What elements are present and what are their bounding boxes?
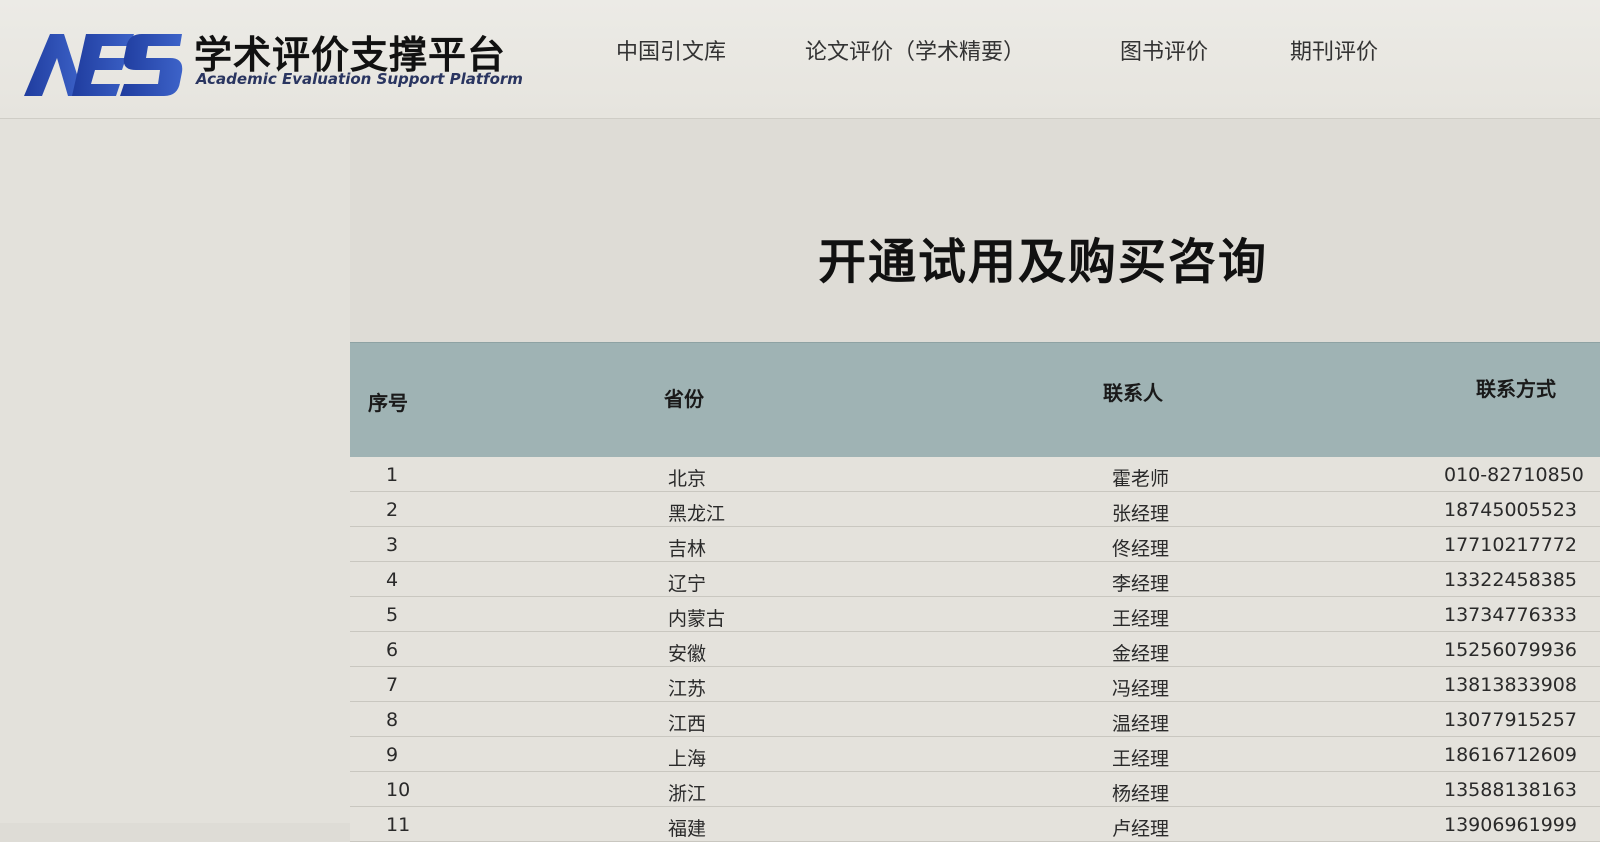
cell-phone[interactable]: 13813833908 (1444, 674, 1577, 696)
cell-province: 安徽 (668, 643, 707, 665)
cell-phone[interactable]: 15256079936 (1444, 639, 1577, 661)
table-row: 10 浙江 杨经理 13588138163 (350, 772, 1600, 807)
cell-index: 11 (386, 814, 411, 836)
cell-province: 内蒙古 (668, 608, 726, 630)
cell-province: 吉林 (668, 538, 707, 560)
cell-contact: 冯经理 (1112, 678, 1170, 700)
cell-contact: 杨经理 (1112, 783, 1170, 805)
column-header-contact: 联系人 (1103, 381, 1163, 405)
aes-logo-icon[interactable] (24, 30, 184, 98)
cell-contact: 张经理 (1112, 503, 1170, 525)
cell-index: 8 (386, 709, 399, 731)
cell-contact: 温经理 (1112, 713, 1170, 735)
cell-contact: 李经理 (1112, 573, 1170, 595)
cell-index: 3 (386, 534, 399, 556)
cell-index: 7 (386, 674, 399, 696)
cell-province: 江苏 (668, 678, 707, 700)
cell-province: 黑龙江 (668, 503, 726, 525)
table-row: 3 吉林 佟经理 17710217772 (350, 527, 1600, 562)
left-blank-area (0, 119, 350, 823)
cell-contact: 卢经理 (1112, 818, 1170, 840)
page-title: 开通试用及购买咨询 (818, 234, 1269, 290)
table-row: 8 江西 温经理 13077915257 (350, 702, 1600, 737)
nav-item-book-evaluation[interactable]: 图书评价 (1120, 34, 1208, 66)
cell-contact: 金经理 (1112, 643, 1170, 665)
table-header: 序号 省份 联系人 联系方式 (350, 342, 1600, 457)
table-row: 6 安徽 金经理 15256079936 (350, 632, 1600, 667)
cell-contact: 王经理 (1112, 608, 1170, 630)
cell-index: 9 (386, 744, 399, 766)
cell-contact: 霍老师 (1112, 468, 1170, 490)
cell-phone[interactable]: 13906961999 (1444, 814, 1577, 836)
cell-province: 上海 (668, 748, 707, 770)
table-row: 5 内蒙古 王经理 13734776333 (350, 597, 1600, 632)
nav-item-journal-evaluation[interactable]: 期刊评价 (1290, 34, 1378, 66)
cell-phone[interactable]: 17710217772 (1444, 534, 1577, 556)
cell-province: 福建 (668, 818, 707, 840)
cell-index: 5 (386, 604, 399, 626)
cell-phone[interactable]: 13588138163 (1444, 779, 1577, 801)
table-row: 1 北京 霍老师 010-82710850 (350, 457, 1600, 492)
cell-province: 辽宁 (668, 573, 707, 595)
cell-contact: 佟经理 (1112, 538, 1170, 560)
cell-index: 1 (386, 464, 399, 486)
column-header-index: 序号 (368, 391, 408, 415)
nav-item-citation-library[interactable]: 中国引文库 (616, 34, 726, 66)
cell-phone[interactable]: 13077915257 (1444, 709, 1577, 731)
cell-phone[interactable]: 13734776333 (1444, 604, 1577, 626)
cell-index: 2 (386, 499, 399, 521)
cell-index: 6 (386, 639, 399, 661)
table-row: 4 辽宁 李经理 13322458385 (350, 562, 1600, 597)
column-header-phone: 联系方式 (1476, 377, 1556, 401)
cell-province: 浙江 (668, 783, 707, 805)
nav-item-paper-evaluation[interactable]: 论文评价（学术精要） (805, 34, 1025, 66)
cell-phone[interactable]: 010-82710850 (1444, 464, 1584, 486)
cell-contact: 王经理 (1112, 748, 1170, 770)
table-row: 7 江苏 冯经理 13813833908 (350, 667, 1600, 702)
cell-index: 10 (386, 779, 411, 801)
table-row: 9 上海 王经理 18616712609 (350, 737, 1600, 772)
table-row: 11 福建 卢经理 13906961999 (350, 807, 1600, 842)
contact-table: 序号 省份 联系人 联系方式 1 北京 霍老师 010-82710850 2 黑龙江 张经理… (350, 342, 1600, 842)
cell-province: 江西 (668, 713, 707, 735)
cell-phone[interactable]: 18616712609 (1444, 744, 1577, 766)
site-header: 学术评价支撑平台 Academic Evaluation Support Pla… (0, 0, 1600, 119)
cell-province: 北京 (668, 468, 707, 490)
table-body: 1 北京 霍老师 010-82710850 2 黑龙江 张经理 18745005523 3 吉林 佟… (350, 457, 1600, 842)
cell-index: 4 (386, 569, 399, 591)
table-row: 2 黑龙江 张经理 18745005523 (350, 492, 1600, 527)
cell-phone[interactable]: 18745005523 (1444, 499, 1577, 521)
cell-phone[interactable]: 13322458385 (1444, 569, 1577, 591)
column-header-province: 省份 (664, 387, 704, 411)
site-subtitle: Academic Evaluation Support Platform (196, 70, 523, 88)
